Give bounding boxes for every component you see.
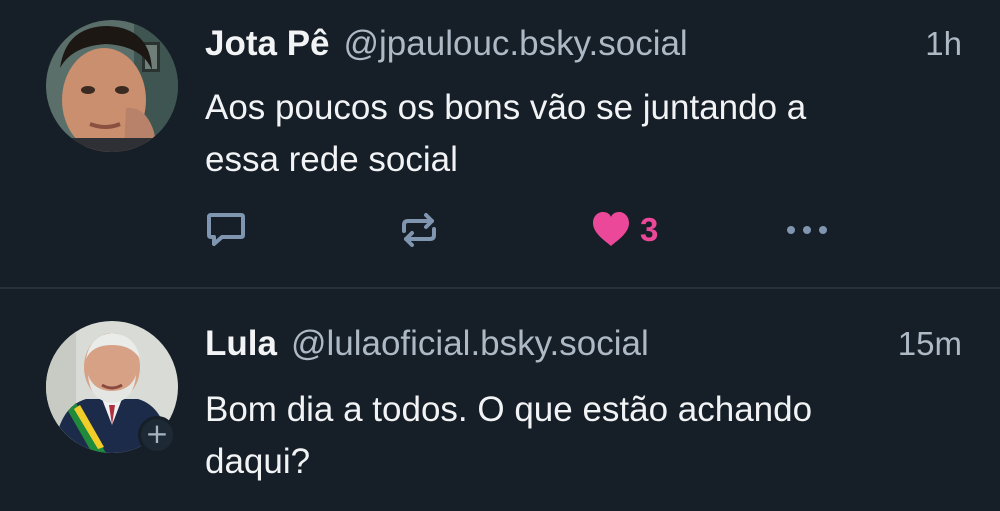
like-count: 3 — [640, 211, 659, 248]
display-name[interactable]: Lula — [205, 324, 277, 364]
more-icon — [787, 226, 827, 234]
more-options-button[interactable] — [785, 205, 831, 255]
post-actions: 3 — [0, 205, 1000, 255]
feed-post[interactable]: Lula @lulaoficial.bsky.social 15m Bom di… — [0, 289, 1000, 511]
post-text-line: Aos poucos os bons vão se juntando a — [205, 88, 807, 127]
plus-icon: + — [145, 417, 169, 450]
post-text-line: daqui? — [205, 442, 311, 481]
repost-icon — [402, 213, 436, 247]
timestamp[interactable]: 1h — [925, 25, 962, 63]
handle[interactable]: @lulaoficial.bsky.social — [291, 324, 898, 364]
heart-icon — [593, 212, 629, 246]
handle[interactable]: @jpaulouc.bsky.social — [344, 24, 926, 64]
reply-button[interactable] — [205, 205, 247, 255]
repost-button[interactable] — [398, 205, 440, 255]
display-name[interactable]: Jota Pê — [205, 24, 330, 64]
post-text: Aos poucos os bons vão se juntando a ess… — [205, 82, 965, 186]
post-text-line: essa rede social — [205, 140, 458, 179]
post-header: Lula @lulaoficial.bsky.social 15m — [205, 324, 962, 372]
post-text-line: Bom dia a todos. O que estão achando — [205, 390, 813, 429]
post-header: Jota Pê @jpaulouc.bsky.social 1h — [205, 24, 962, 72]
timestamp[interactable]: 15m — [898, 325, 962, 363]
reply-icon — [207, 213, 245, 246]
follow-button[interactable]: + — [138, 416, 176, 454]
post-text: Bom dia a todos. O que estão achando daq… — [205, 384, 965, 488]
like-button[interactable]: 3 — [590, 205, 658, 255]
feed-post[interactable]: Jota Pê @jpaulouc.bsky.social 1h Aos pou… — [0, 0, 1000, 287]
avatar[interactable] — [46, 20, 178, 152]
